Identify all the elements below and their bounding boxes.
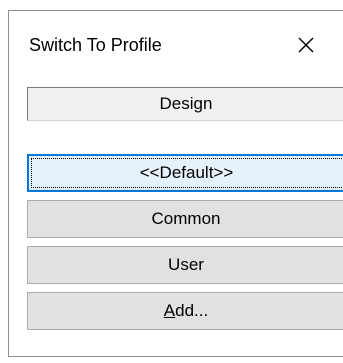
add-button-label-rest: dd... [175,301,209,320]
current-profile-field: Design [27,87,343,121]
title-bar: Switch To Profile [9,11,343,75]
add-profile-button[interactable]: Add... [27,292,343,330]
profile-button-user[interactable]: User [27,246,343,284]
profile-button-common[interactable]: Common [27,200,343,238]
profile-button-list: <<Default>> Common User Add... [27,154,343,338]
close-button[interactable] [286,29,326,61]
dialog-title: Switch To Profile [29,35,162,55]
switch-profile-dialog: Switch To Profile Design <<Default>> Com… [8,10,343,357]
profile-button-default[interactable]: <<Default>> [27,154,343,192]
close-icon [297,36,315,54]
add-button-mnemonic: A [163,301,176,320]
